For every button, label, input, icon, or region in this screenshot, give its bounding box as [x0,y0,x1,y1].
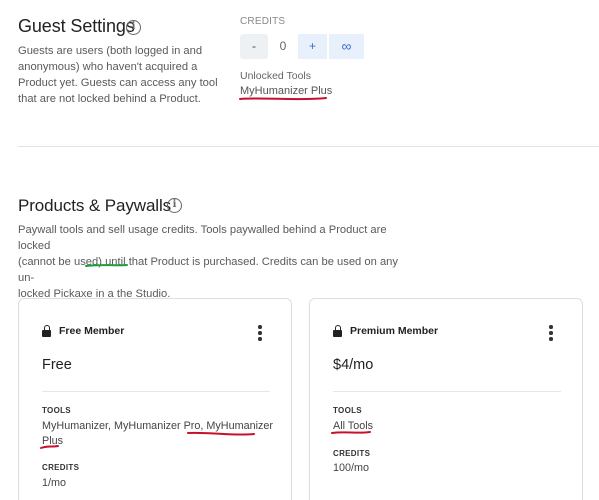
decrement-credits-button[interactable]: - [240,34,268,59]
card-divider [333,391,561,392]
info-icon[interactable]: i [167,198,182,213]
guest-credits-label: CREDITS [240,16,286,27]
product-card-premium-member[interactable]: Premium Member $4/mo TOOLS All Tools CRE… [309,298,583,500]
guest-settings-title: Guest Settings [18,16,135,36]
product-card-free-member[interactable]: Free Member Free TOOLS MyHumanizer, MyHu… [18,298,292,500]
red-underline-annotation [239,97,327,101]
unlocked-tools-label: Unlocked Tools [240,70,312,82]
guest-settings-description: Guests are users (both logged in and ano… [18,43,218,107]
credits-label: CREDITS [42,463,80,472]
increment-credits-button[interactable]: + [298,34,327,59]
products-description: Paywall tools and sell usage credits. To… [18,222,398,302]
credits-value: 0 [279,39,287,53]
unlocked-tool-item[interactable]: MyHumanizer Plus [240,85,332,97]
product-card-title: Free Member [59,325,125,337]
products-paywalls-title: Products & Paywalls [18,196,172,215]
product-price: Free [42,357,72,373]
lock-icon [333,325,342,337]
products-description-line: Paywall tools and sell usage credits. To… [18,224,387,252]
product-card-title: Premium Member [350,325,439,337]
section-divider [18,146,599,147]
credits-value: 100/mo [333,462,370,474]
tools-label: TOOLS [42,406,71,415]
tools-value-line: All Tools [333,420,374,432]
credits-label: CREDITS [333,449,371,458]
more-options-icon[interactable] [549,325,553,343]
tools-value-line: MyHumanizer, MyHumanizer Pro, MyHumanize… [42,420,273,432]
guest-description-line: that are not locked behind a Product. [18,93,201,105]
more-options-icon[interactable] [258,325,262,343]
credits-value: 1/mo [42,477,67,489]
guest-description-line: anonymous) who haven't acquired a [18,61,198,73]
infinite-credits-button[interactable]: ∞ [329,34,364,59]
tools-value-line: Plus [42,435,64,447]
info-icon[interactable]: i [126,20,141,35]
guest-description-line: Product yet. Guests can access any tool [18,77,218,89]
products-description-line: (cannot be used) until that Product is p… [18,256,398,284]
guest-description-line: Guests are users (both logged in and [18,45,203,57]
tools-value: MyHumanizer, MyHumanizer Pro, MyHumanize… [42,419,282,449]
lock-icon [42,325,51,337]
tools-label: TOOLS [333,406,362,415]
card-divider [42,391,270,392]
product-price: $4/mo [333,357,374,373]
tools-value: All Tools [333,419,573,434]
